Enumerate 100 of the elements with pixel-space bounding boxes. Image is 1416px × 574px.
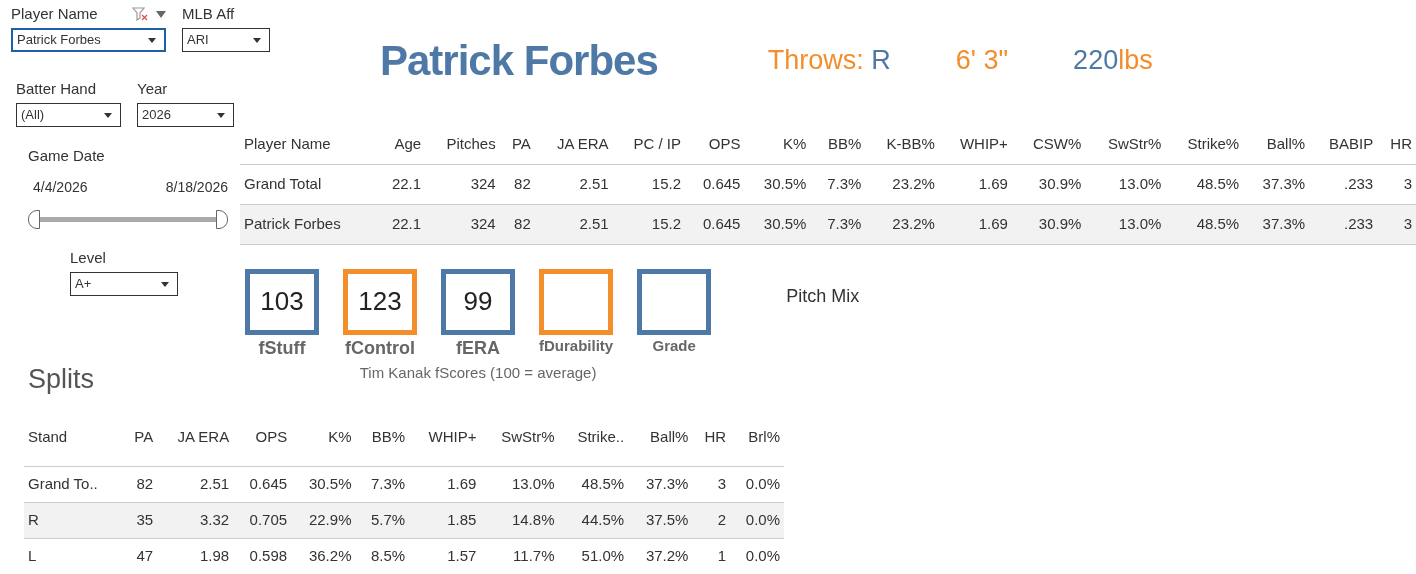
clear-filter-icon[interactable] (132, 7, 148, 21)
table-cell: 30.9% (1011, 204, 1086, 244)
table-cell: 8.5% (355, 538, 410, 574)
table-cell: 0.0% (730, 538, 784, 574)
section-title: Splits (27, 363, 96, 394)
table-cell: 48.5% (1165, 204, 1244, 244)
column-header: PA (499, 124, 535, 164)
slider-handle[interactable] (28, 210, 40, 229)
column-header: K% (744, 124, 811, 164)
table-cell: L (24, 538, 123, 574)
table-cell: 3.32 (157, 502, 234, 538)
table-cell: 0.0% (730, 502, 784, 538)
caret-icon (161, 281, 169, 287)
table-cell: 22.9% (291, 502, 356, 538)
table-cell: 15.2 (612, 204, 686, 244)
caret-icon (104, 112, 112, 118)
column-header: PA (123, 408, 158, 466)
player-title: Patrick Forbes (380, 35, 658, 86)
column-header: HR (1377, 124, 1416, 164)
score-label: Grade (652, 335, 696, 356)
column-header: Brl% (730, 408, 784, 466)
column-header: HR (692, 408, 731, 466)
caret-icon (217, 112, 225, 118)
table-cell: 30.5% (744, 204, 811, 244)
table-cell: 1.57 (409, 538, 481, 574)
score-label: fDurability (539, 335, 614, 356)
column-header: PC / IP (612, 124, 686, 164)
date-slider[interactable] (28, 210, 228, 229)
column-header: Age (376, 124, 426, 164)
filter-label: Year (137, 80, 168, 98)
column-header: WHIP+ (938, 124, 1012, 164)
dropdown[interactable]: ARI (182, 28, 270, 52)
table-cell: 1 (692, 538, 731, 574)
table-cell: 23.2% (865, 204, 939, 244)
table-cell: 2 (692, 502, 731, 538)
table-cell: 5.7% (355, 502, 410, 538)
column-header: Stand (24, 408, 123, 466)
table-cell: 2.51 (534, 204, 613, 244)
dropdown[interactable]: A+ (70, 272, 178, 296)
table-cell: 14.8% (480, 502, 559, 538)
slider-handle[interactable] (216, 210, 228, 229)
column-header: SwStr% (480, 408, 559, 466)
dropdown[interactable]: (All) (16, 103, 121, 127)
column-header: Ball% (628, 408, 693, 466)
table-cell: 44.5% (558, 502, 629, 538)
table-cell: 37.3% (1243, 204, 1310, 244)
score-box: 123 (343, 268, 417, 335)
table-cell: 0.645 (685, 204, 745, 244)
player-stat: Throws: R (767, 43, 891, 77)
dropdown[interactable]: 2026 (137, 103, 234, 127)
player-stat: 220lbs (1073, 43, 1153, 77)
table-cell: 0.598 (233, 538, 292, 574)
table-cell: 1.69 (938, 204, 1012, 244)
table-cell: 35 (123, 502, 158, 538)
table-cell: Patrick Forbes (240, 204, 377, 244)
table-cell: 47 (123, 538, 158, 574)
column-header: JA ERA (534, 124, 613, 164)
filter-label: Game Date (28, 147, 106, 165)
column-header: BB% (355, 408, 410, 466)
column-header: BABIP (1309, 124, 1378, 164)
dropdown[interactable]: Patrick Forbes (11, 28, 166, 52)
column-header: OPS (685, 124, 745, 164)
filter-label: Player Name (11, 5, 98, 23)
column-header: K-BB% (865, 124, 939, 164)
caret-icon (253, 37, 261, 43)
date-start: 4/4/2026 (33, 178, 88, 197)
caption: Tim Kanak fScores (100 = average) (359, 362, 597, 383)
table-cell: 37.2% (628, 538, 693, 574)
filter-label: MLB Aff (182, 5, 235, 23)
dropdown-arrow-icon[interactable] (156, 10, 166, 18)
table-cell: 82 (499, 204, 535, 244)
column-header: OPS (233, 408, 292, 466)
filter-label: Level (70, 249, 107, 267)
table-cell: 51.0% (558, 538, 629, 574)
column-header: Ball% (1243, 124, 1310, 164)
column-header: K% (291, 408, 356, 466)
column-header: JA ERA (157, 408, 234, 466)
score-label: fStuff (258, 336, 306, 360)
column-header: SwStr% (1085, 124, 1166, 164)
section-title: Pitch Mix (786, 284, 860, 308)
table-cell: .233 (1309, 204, 1378, 244)
table-cell: 7.3% (810, 204, 866, 244)
table-cell: 0.705 (233, 502, 292, 538)
column-header: Pitches (425, 124, 500, 164)
score-label: fERA (456, 336, 500, 360)
score-label: fControl (345, 336, 415, 360)
date-end: 8/18/2026 (165, 178, 228, 197)
table-cell: R (24, 502, 123, 538)
player-stat: 6' 3" (955, 43, 1009, 77)
column-header: Strike% (1165, 124, 1244, 164)
column-header: BB% (810, 124, 866, 164)
score-box: 103 (245, 268, 319, 335)
column-header: WHIP+ (409, 408, 481, 466)
table-cell: 37.5% (628, 502, 693, 538)
table-cell: 36.2% (291, 538, 356, 574)
filter-label: Batter Hand (16, 80, 97, 98)
table-cell: 22.1 (376, 204, 426, 244)
table-cell: 1.85 (409, 502, 481, 538)
table-cell: 13.0% (1085, 204, 1166, 244)
column-header: CSW% (1011, 124, 1086, 164)
